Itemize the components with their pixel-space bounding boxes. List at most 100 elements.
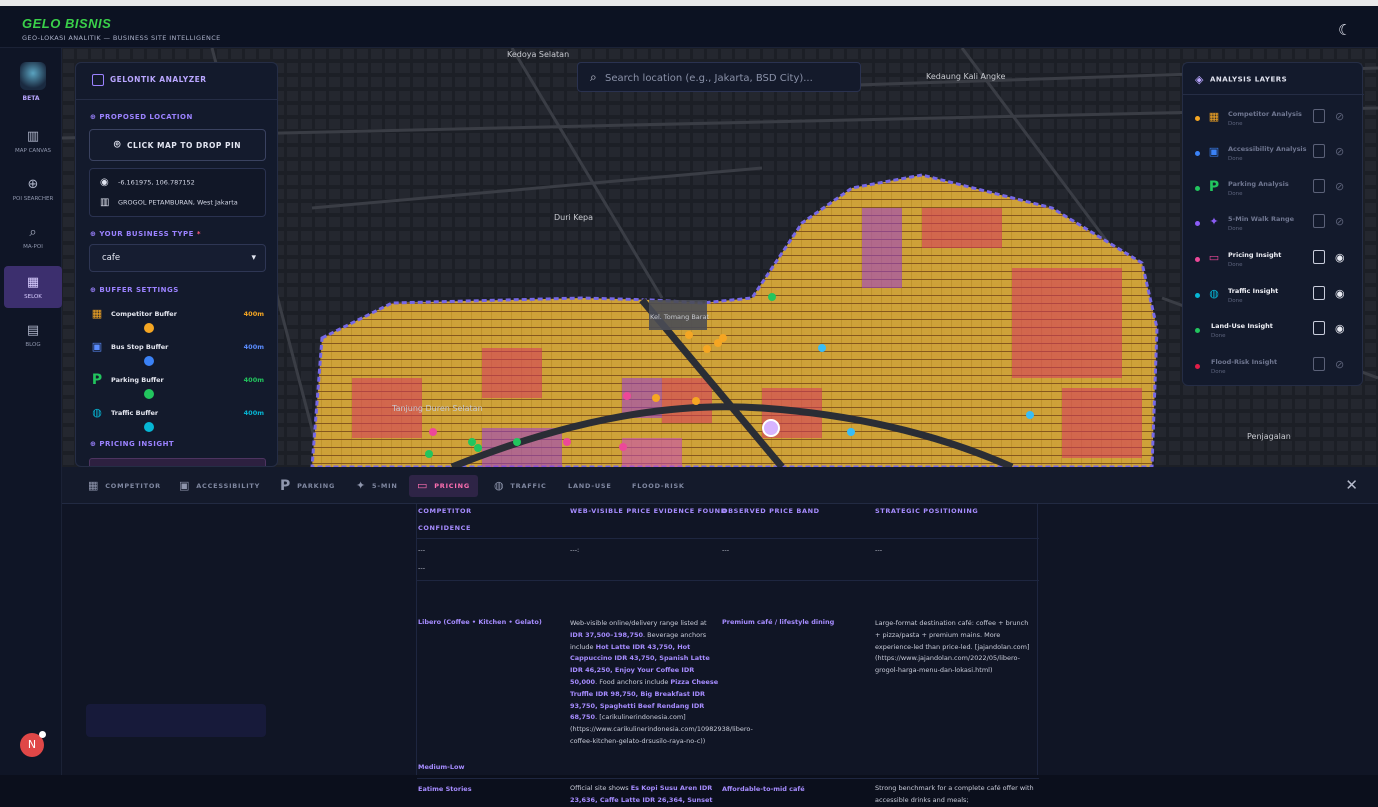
bus-stop-buffer[interactable]: ▣ Bus Stop Buffer 400m [90, 340, 268, 370]
nav-label: BLOG [25, 342, 41, 348]
layer-competitor[interactable]: ▦ Competitor Analysis Done ⊘ [1183, 107, 1364, 137]
close-icon[interactable]: ✕ [1345, 476, 1358, 494]
competitor-name: Libero (Coffee • Kitchen • Gelato) [418, 618, 542, 626]
report-icon[interactable] [1313, 144, 1325, 158]
table-cell: --- [418, 564, 426, 572]
tab-parking[interactable]: P PARKING [272, 475, 343, 497]
eye-off-icon[interactable]: ⊘ [1335, 358, 1344, 371]
layer-name: 5-Min Walk Range [1228, 215, 1295, 223]
pricing-insight-card[interactable] [89, 458, 266, 466]
eye-off-icon[interactable]: ⊘ [1335, 145, 1344, 158]
coordinates-text: -6.161975, 106.787152 [118, 178, 195, 187]
insight-tabs: ▦ COMPETITOR ▣ ACCESSIBILITY P PARKING ✦ 5-M… [62, 467, 1378, 504]
layer-parking[interactable]: P Parking Analysis Done ⊘ [1183, 177, 1364, 207]
left-nav: BETA ▥ MAP CANVAS ⊕ POI SEARCHER ⌕ MA-PO… [0, 48, 62, 775]
traffic-light-icon: ◍ [92, 406, 102, 419]
layer-color-dot [1195, 221, 1200, 226]
nav-label: POI SEARCHER [12, 196, 54, 202]
nav-selok[interactable]: ▦ SELOK [4, 266, 62, 308]
insight-drawer: ▦ COMPETITOR ▣ ACCESSIBILITY P PARKING ✦ 5-M… [62, 467, 1378, 804]
app-avatar-logo[interactable] [20, 62, 46, 90]
layer-accessibility[interactable]: ▣ Accessibility Analysis Done ⊘ [1183, 142, 1364, 172]
table-cell: ---: [570, 546, 580, 554]
report-icon[interactable] [1313, 250, 1325, 264]
bus-icon: ▣ [1208, 145, 1220, 158]
report-icon[interactable] [1313, 109, 1325, 123]
money-icon: ▭ [1208, 251, 1220, 264]
layer-flood-risk[interactable]: Flood-Risk Insight Done ⊘ [1183, 355, 1364, 385]
analysis-layers-panel: ◈ ANALYSIS LAYERS ▦ Competitor Analysis D… [1182, 62, 1364, 386]
tab-label: PARKING [297, 482, 336, 490]
parking-buffer[interactable]: P Parking Buffer 400m [90, 373, 268, 403]
buffer-name: Traffic Buffer [111, 409, 159, 417]
price-band: Affordable-to-mid café [722, 785, 805, 793]
buffer-name: Competitor Buffer [111, 310, 177, 318]
competitor-buffer[interactable]: ▦ Competitor Buffer 400m [90, 307, 268, 337]
buffer-slider-handle[interactable] [144, 356, 154, 366]
layer-land-use[interactable]: Land-Use Insight Done ◉ [1183, 319, 1364, 349]
evidence-text: Web-visible online/delivery range listed… [570, 619, 707, 627]
user-avatar[interactable]: N [20, 731, 46, 757]
panel-title: GELONTIK ANALYZER [92, 74, 207, 86]
tab-competitor[interactable]: ▦ COMPETITOR [80, 475, 169, 497]
tab-land-use[interactable]: LAND-USE [560, 475, 620, 497]
tab-pricing[interactable]: ▭ PRICING [409, 475, 478, 497]
app-logo[interactable]: GELO BISNIS [22, 16, 111, 31]
nav-poi-searcher[interactable]: ⊕ POI SEARCHER [4, 178, 62, 222]
eye-icon[interactable]: ◉ [1335, 287, 1345, 300]
search-input[interactable] [605, 69, 855, 87]
drop-pin-button[interactable]: ⌾ CLICK MAP TO DROP PIN [89, 129, 266, 161]
buffer-slider-handle[interactable] [144, 389, 154, 399]
column-header: OBSERVED PRICE BAND [722, 507, 820, 515]
positioning-cell: Strong benchmark for a complete café off… [875, 784, 1034, 804]
buffer-name: Bus Stop Buffer [111, 343, 169, 351]
eye-icon[interactable]: ◉ [1335, 322, 1345, 335]
walking-icon: ✦ [356, 479, 367, 492]
report-icon[interactable] [1313, 357, 1325, 371]
buffer-slider-handle[interactable] [144, 323, 154, 333]
required-marker: * [196, 230, 201, 238]
dark-mode-toggle-icon[interactable]: ☾ [1338, 22, 1354, 38]
chart-icon: ▦ [26, 275, 40, 290]
layer-color-dot [1195, 186, 1200, 191]
report-icon[interactable] [1313, 214, 1325, 228]
column-header: COMPETITOR [418, 507, 472, 515]
tab-flood-risk[interactable]: FLOOD-RISK [624, 475, 693, 497]
report-icon[interactable] [1313, 286, 1325, 300]
layer-status: Done [1228, 262, 1243, 268]
nav-ma-poi[interactable]: ⌕ MA-POI [4, 226, 62, 270]
eye-off-icon[interactable]: ⊘ [1335, 110, 1344, 123]
analyzer-panel: GELONTIK ANALYZER ⊕ PROPOSED LOCATION ⌾ C… [75, 62, 278, 467]
layer-traffic[interactable]: ◍ Traffic Insight Done ◉ [1183, 284, 1364, 314]
competitor-name: Eatime Stories [418, 785, 472, 793]
layer-name: Flood-Risk Insight [1211, 358, 1278, 366]
eye-icon[interactable]: ◉ [1335, 251, 1345, 264]
tab-label: COMPETITOR [105, 482, 161, 490]
buffer-slider-handle[interactable] [144, 422, 154, 432]
storefront-icon: ▦ [1208, 110, 1220, 123]
evidence-text: . [carikulinerindonesia.com] (https://ww… [570, 713, 753, 745]
layer-status: Done [1228, 226, 1243, 232]
layer-walk-range[interactable]: ✦ 5-Min Walk Range Done ⊘ [1183, 212, 1364, 242]
bus-icon: ▣ [91, 340, 103, 353]
eye-off-icon[interactable]: ⊘ [1335, 215, 1344, 228]
location-search[interactable]: ⌕ [577, 62, 861, 92]
tab-label: LAND-USE [568, 482, 612, 490]
evidence-highlight: IDR 37,500–198,750 [570, 630, 644, 639]
eye-off-icon[interactable]: ⊘ [1335, 180, 1344, 193]
report-icon[interactable] [1313, 321, 1325, 335]
nav-blog[interactable]: ▤ BLOG [4, 324, 62, 368]
tab-traffic[interactable]: ◍ TRAFFIC [486, 475, 555, 497]
window-edge [0, 0, 1378, 6]
chevron-down-icon: ▾ [251, 253, 256, 263]
layer-name: Accessibility Analysis [1228, 145, 1307, 153]
report-icon[interactable] [1313, 179, 1325, 193]
layer-pricing[interactable]: ▭ Pricing Insight Done ◉ [1183, 248, 1364, 278]
nav-map-canvas[interactable]: ▥ MAP CANVAS [4, 130, 62, 174]
tab-accessibility[interactable]: ▣ ACCESSIBILITY [171, 475, 268, 497]
panel-title-text: GELONTIK ANALYZER [110, 75, 207, 84]
tab-5-min[interactable]: ✦ 5-MIN [348, 475, 406, 497]
business-type-select[interactable]: cafe ▾ [89, 244, 266, 272]
divider [76, 99, 277, 100]
traffic-buffer[interactable]: ◍ Traffic Buffer 400m [90, 406, 268, 436]
